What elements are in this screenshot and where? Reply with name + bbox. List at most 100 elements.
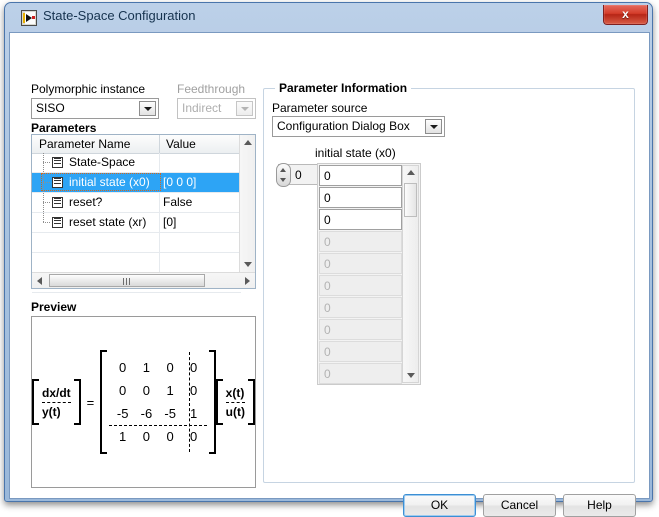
close-button[interactable]: x — [603, 5, 648, 25]
matrix-cell: 0 — [119, 360, 127, 375]
scroll-right-icon[interactable] — [245, 277, 250, 285]
array-control-label: initial state (x0) — [315, 146, 396, 160]
polymorphic-instance-value: SISO — [36, 101, 65, 115]
feedthrough-label: Feedthrough — [177, 82, 246, 96]
preview-label: Preview — [31, 300, 77, 314]
dialog-window: State-Space Configuration x Polymorphic … — [4, 2, 653, 517]
table-row[interactable]: initial state (x0) [0 0 0] — [32, 173, 241, 193]
labview-vi-icon — [21, 10, 37, 26]
stepper-up-icon[interactable] — [280, 168, 286, 172]
preview-panel: dx/dt y(t) = 0 1 0 0 0 0 1 0 -5 -6 -5 1 … — [31, 316, 256, 488]
help-button[interactable]: Help — [563, 494, 636, 517]
array-cell-value: 0 — [324, 323, 331, 337]
parameters-label: Parameters — [31, 121, 97, 135]
array-cell[interactable]: 0 — [319, 253, 402, 274]
matrix-cell: 0 — [189, 360, 198, 375]
array-cell[interactable]: 0 — [319, 231, 402, 252]
array-index-display[interactable]: 0 — [276, 163, 322, 187]
matrix-cell: 0 — [166, 360, 174, 375]
matrix-cell: 0 — [189, 383, 198, 398]
feedthrough-combo: Indirect — [177, 98, 256, 119]
array-cell[interactable]: 0 — [319, 363, 402, 384]
array-cell-value: 0 — [324, 235, 331, 249]
scroll-left-icon[interactable] — [37, 277, 42, 285]
stepper-down-icon[interactable] — [280, 178, 286, 182]
scroll-up-icon[interactable] — [407, 170, 415, 175]
tree-node-icon — [52, 217, 63, 228]
lhs-top: dx/dt — [42, 385, 71, 400]
matrix-cell: 0 — [119, 383, 127, 398]
matrix-cell: -6 — [140, 406, 153, 421]
matrix-cell: 0 — [142, 383, 151, 398]
array-cell-value: 0 — [324, 301, 331, 315]
array-cell-value: 0 — [324, 191, 331, 205]
scroll-up-icon[interactable] — [244, 140, 252, 145]
state-space-equation: dx/dt y(t) = 0 1 0 0 0 0 1 0 -5 -6 -5 1 … — [32, 317, 255, 487]
table-row[interactable]: reset state (xr) [0] — [32, 213, 241, 233]
matrix-cell: 0 — [166, 429, 174, 444]
table-row[interactable]: reset? False — [32, 193, 241, 213]
array-cell[interactable]: 0 — [319, 319, 402, 340]
parameter-value: [0] — [163, 215, 177, 229]
close-icon: x — [622, 7, 629, 21]
scrollbar-thumb[interactable] — [404, 183, 417, 217]
column-header-value: Value — [166, 137, 196, 151]
title-bar[interactable]: State-Space Configuration x — [5, 3, 652, 32]
matrix-cell: 0 — [189, 429, 198, 444]
parameters-horizontal-scrollbar[interactable] — [32, 272, 255, 288]
chevron-down-icon[interactable] — [139, 101, 156, 116]
parameter-source-combo[interactable]: Configuration Dialog Box — [272, 116, 445, 137]
cancel-button[interactable]: Cancel — [483, 494, 556, 517]
matrix-cell: 1 — [189, 406, 198, 421]
array-cell-value: 0 — [324, 169, 331, 183]
parameter-source-label: Parameter source — [272, 101, 368, 115]
parameter-name: reset state (xr) — [69, 215, 147, 229]
array-cell-value: 0 — [324, 213, 331, 227]
scrollbar-thumb[interactable] — [49, 274, 205, 287]
feedthrough-value: Indirect — [182, 101, 222, 115]
table-row-empty[interactable] — [32, 253, 241, 273]
parameter-name: initial state (x0) — [69, 175, 150, 189]
matrix-cell: -5 — [116, 406, 129, 421]
array-vertical-scrollbar[interactable] — [402, 165, 419, 383]
chevron-down-icon — [236, 101, 253, 116]
scroll-down-icon[interactable] — [244, 262, 252, 267]
lhs-vector: dx/dt y(t) — [32, 379, 81, 425]
parameter-name: reset? — [69, 195, 103, 209]
equals-sign: = — [86, 394, 95, 410]
array-index-value: 0 — [295, 168, 302, 182]
parameter-name: State-Space — [69, 155, 136, 169]
array-cell[interactable]: 0 — [319, 187, 402, 208]
array-cell[interactable]: 0 — [319, 209, 402, 230]
rhs-vector: x(t) u(t) — [215, 379, 255, 425]
parameters-table-body: State-Space initial state (x0) [0 0 0] r… — [32, 153, 241, 293]
array-cell[interactable]: 0 — [319, 297, 402, 318]
parameter-value: [0 0 0] — [163, 175, 197, 189]
table-row-empty[interactable] — [32, 233, 241, 253]
array-cell-value: 0 — [324, 367, 331, 381]
array-cell-list: 0 0 0 0 0 0 0 0 0 0 — [319, 165, 402, 384]
parameter-information-legend: Parameter Information — [275, 81, 412, 95]
chevron-down-icon[interactable] — [425, 119, 442, 134]
rhs-bottom: u(t) — [225, 404, 245, 419]
parameters-table[interactable]: Parameter Name Value State-Space initial… — [31, 134, 256, 293]
rhs-top: x(t) — [225, 385, 245, 400]
scroll-down-icon[interactable] — [407, 373, 415, 378]
array-cell[interactable]: 0 — [319, 165, 402, 186]
array-cell-value: 0 — [324, 345, 331, 359]
parameters-vertical-scrollbar[interactable] — [239, 135, 255, 272]
array-cell[interactable]: 0 — [319, 275, 402, 296]
array-control[interactable]: 0 0 0 0 0 0 0 0 0 0 — [317, 163, 421, 385]
matrix-cell: -5 — [164, 406, 176, 421]
ok-button[interactable]: OK — [403, 494, 476, 517]
system-matrix: 0 1 0 0 0 0 1 0 -5 -6 -5 1 1 0 0 0 — [100, 350, 216, 454]
polymorphic-instance-combo[interactable]: SISO — [31, 98, 159, 119]
parameter-value: False — [163, 195, 193, 209]
matrix-cell: 0 — [142, 429, 151, 444]
dialog-client-area: Polymorphic instance SISO Feedthrough In… — [10, 33, 649, 517]
array-cell[interactable]: 0 — [319, 341, 402, 362]
polymorphic-instance-label: Polymorphic instance — [31, 82, 146, 96]
table-row[interactable]: State-Space — [32, 153, 241, 173]
array-index-stepper[interactable] — [276, 163, 291, 187]
array-cell-value: 0 — [324, 257, 331, 271]
